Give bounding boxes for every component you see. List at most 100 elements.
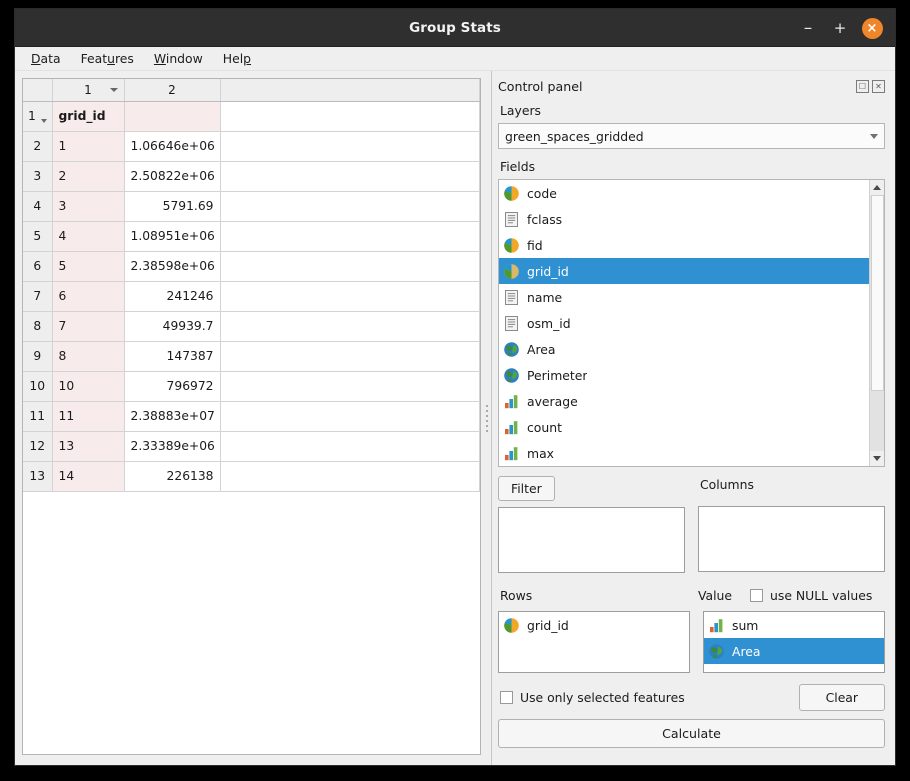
- table-row[interactable]: 5 4 1.08951e+06: [23, 221, 480, 252]
- scroll-down-button[interactable]: [869, 451, 884, 466]
- cell-sum-area[interactable]: 1.08951e+06: [124, 221, 221, 252]
- table-row[interactable]: 2 1 1.06646e+06: [23, 131, 480, 162]
- cell-filler: [220, 191, 480, 222]
- table-row[interactable]: 6 5 2.38598e+06: [23, 251, 480, 282]
- panel-splitter[interactable]: [481, 71, 492, 765]
- cell-sum-area[interactable]: 2.50822e+06: [124, 161, 221, 192]
- clear-button[interactable]: Clear: [798, 684, 885, 711]
- table-row[interactable]: 12 13 2.33389e+06: [23, 431, 480, 462]
- cell-sum-area[interactable]: 49939.7: [124, 311, 221, 342]
- row-header[interactable]: 8: [23, 311, 53, 342]
- scrollbar-thumb[interactable]: [870, 195, 884, 391]
- table-row[interactable]: 13 14 226138: [23, 461, 480, 492]
- menu-help[interactable]: Help: [215, 48, 259, 69]
- column-header-1[interactable]: 1: [52, 79, 125, 102]
- fields-scrollbar[interactable]: [869, 180, 884, 466]
- chevron-down-icon[interactable]: [40, 118, 47, 123]
- field-item-count[interactable]: count: [499, 414, 869, 440]
- maximize-button[interactable]: +: [825, 13, 855, 43]
- cell-grid-id[interactable]: 3: [52, 191, 125, 222]
- table-row[interactable]: 3 2 2.50822e+06: [23, 161, 480, 192]
- field-item-fclass[interactable]: fclass: [499, 206, 869, 232]
- cell-grid-id[interactable]: 13: [52, 431, 125, 462]
- value-item-sum[interactable]: sum: [704, 612, 884, 638]
- row-header[interactable]: 3: [23, 161, 53, 192]
- row-header[interactable]: 9: [23, 341, 53, 372]
- filter-button[interactable]: Filter: [498, 476, 555, 501]
- menu-window[interactable]: Window: [146, 48, 211, 69]
- use-null-values-checkbox[interactable]: use NULL values: [750, 588, 872, 603]
- value-list[interactable]: sum Area: [703, 611, 885, 673]
- cell-grid-id[interactable]: 10: [52, 371, 125, 402]
- menu-features[interactable]: Features: [73, 48, 142, 69]
- chevron-down-icon[interactable]: [109, 87, 118, 92]
- cell-sum-area[interactable]: 5791.69: [124, 191, 221, 222]
- cell-grid-id[interactable]: 7: [52, 311, 125, 342]
- cell-grid-id[interactable]: 8: [52, 341, 125, 372]
- row-header[interactable]: 4: [23, 191, 53, 222]
- value-item-area[interactable]: Area: [704, 638, 884, 664]
- row-header[interactable]: 11: [23, 401, 53, 432]
- layers-select[interactable]: green_spaces_gridded: [498, 123, 885, 149]
- rows-value-labels: Rows Value use NULL values: [498, 583, 885, 607]
- field-item-average[interactable]: average: [499, 388, 869, 414]
- row-header[interactable]: 1: [23, 101, 53, 132]
- field-item-fid[interactable]: fid: [499, 232, 869, 258]
- cell-sum-area[interactable]: 226138: [124, 461, 221, 492]
- row-header[interactable]: 2: [23, 131, 53, 162]
- rows-list[interactable]: grid_id: [498, 611, 690, 673]
- table-row[interactable]: 11 11 2.38883e+07: [23, 401, 480, 432]
- table-row[interactable]: 10 10 796972: [23, 371, 480, 402]
- row-header[interactable]: 13: [23, 461, 53, 492]
- table-corner-cell[interactable]: [23, 79, 53, 102]
- cell-sum-area[interactable]: 1.06646e+06: [124, 131, 221, 162]
- cell-sum-area[interactable]: 796972: [124, 371, 221, 402]
- columns-list[interactable]: [698, 506, 885, 572]
- row-header[interactable]: 5: [23, 221, 53, 252]
- menu-data[interactable]: Data: [23, 48, 69, 69]
- fields-list[interactable]: code fclass fid grid_id name osm_id Area…: [498, 179, 885, 467]
- use-only-selected-checkbox[interactable]: Use only selected features: [500, 690, 685, 705]
- close-icon[interactable]: ✕: [872, 80, 885, 93]
- cell-grid-id[interactable]: 2: [52, 161, 125, 192]
- float-icon[interactable]: ☐: [856, 80, 869, 93]
- scrollbar-track[interactable]: [869, 195, 884, 451]
- field-item-area[interactable]: Area: [499, 336, 869, 362]
- minimize-button[interactable]: –: [793, 13, 823, 43]
- row-header[interactable]: 10: [23, 371, 53, 402]
- cell-value-header[interactable]: [124, 101, 221, 132]
- close-button[interactable]: ×: [857, 13, 887, 43]
- cell-sum-area[interactable]: 147387: [124, 341, 221, 372]
- cell-grid-id[interactable]: 14: [52, 461, 125, 492]
- cell-grid-id[interactable]: 1: [52, 131, 125, 162]
- field-item-name[interactable]: name: [499, 284, 869, 310]
- rows-item-grid-id[interactable]: grid_id: [499, 612, 689, 638]
- row-header[interactable]: 7: [23, 281, 53, 312]
- calculate-button[interactable]: Calculate: [498, 719, 885, 748]
- field-item-code[interactable]: code: [499, 180, 869, 206]
- filter-input[interactable]: [498, 507, 685, 573]
- field-item-max[interactable]: max: [499, 440, 869, 466]
- row-header[interactable]: 12: [23, 431, 53, 462]
- cell-grid-id[interactable]: 11: [52, 401, 125, 432]
- scroll-up-button[interactable]: [869, 180, 884, 195]
- cell-sum-area[interactable]: 2.33389e+06: [124, 431, 221, 462]
- cell-grid-id[interactable]: 6: [52, 281, 125, 312]
- table-row[interactable]: 7 6 241246: [23, 281, 480, 312]
- cell-grid-id[interactable]: 5: [52, 251, 125, 282]
- table-row[interactable]: 1 grid_id: [23, 101, 480, 132]
- cell-grid-id[interactable]: 4: [52, 221, 125, 252]
- cell-sum-area[interactable]: 2.38883e+07: [124, 401, 221, 432]
- field-item-osm-id[interactable]: osm_id: [499, 310, 869, 336]
- row-header[interactable]: 6: [23, 251, 53, 282]
- field-item-grid-id[interactable]: grid_id: [499, 258, 869, 284]
- cell-field-name[interactable]: grid_id: [52, 101, 125, 132]
- table-row[interactable]: 4 3 5791.69: [23, 191, 480, 222]
- column-header-2[interactable]: 2: [124, 79, 221, 102]
- cell-sum-area[interactable]: 2.38598e+06: [124, 251, 221, 282]
- table-row[interactable]: 8 7 49939.7: [23, 311, 480, 342]
- field-item-perimeter[interactable]: Perimeter: [499, 362, 869, 388]
- value-label: Value: [698, 587, 733, 603]
- table-row[interactable]: 9 8 147387: [23, 341, 480, 372]
- cell-sum-area[interactable]: 241246: [124, 281, 221, 312]
